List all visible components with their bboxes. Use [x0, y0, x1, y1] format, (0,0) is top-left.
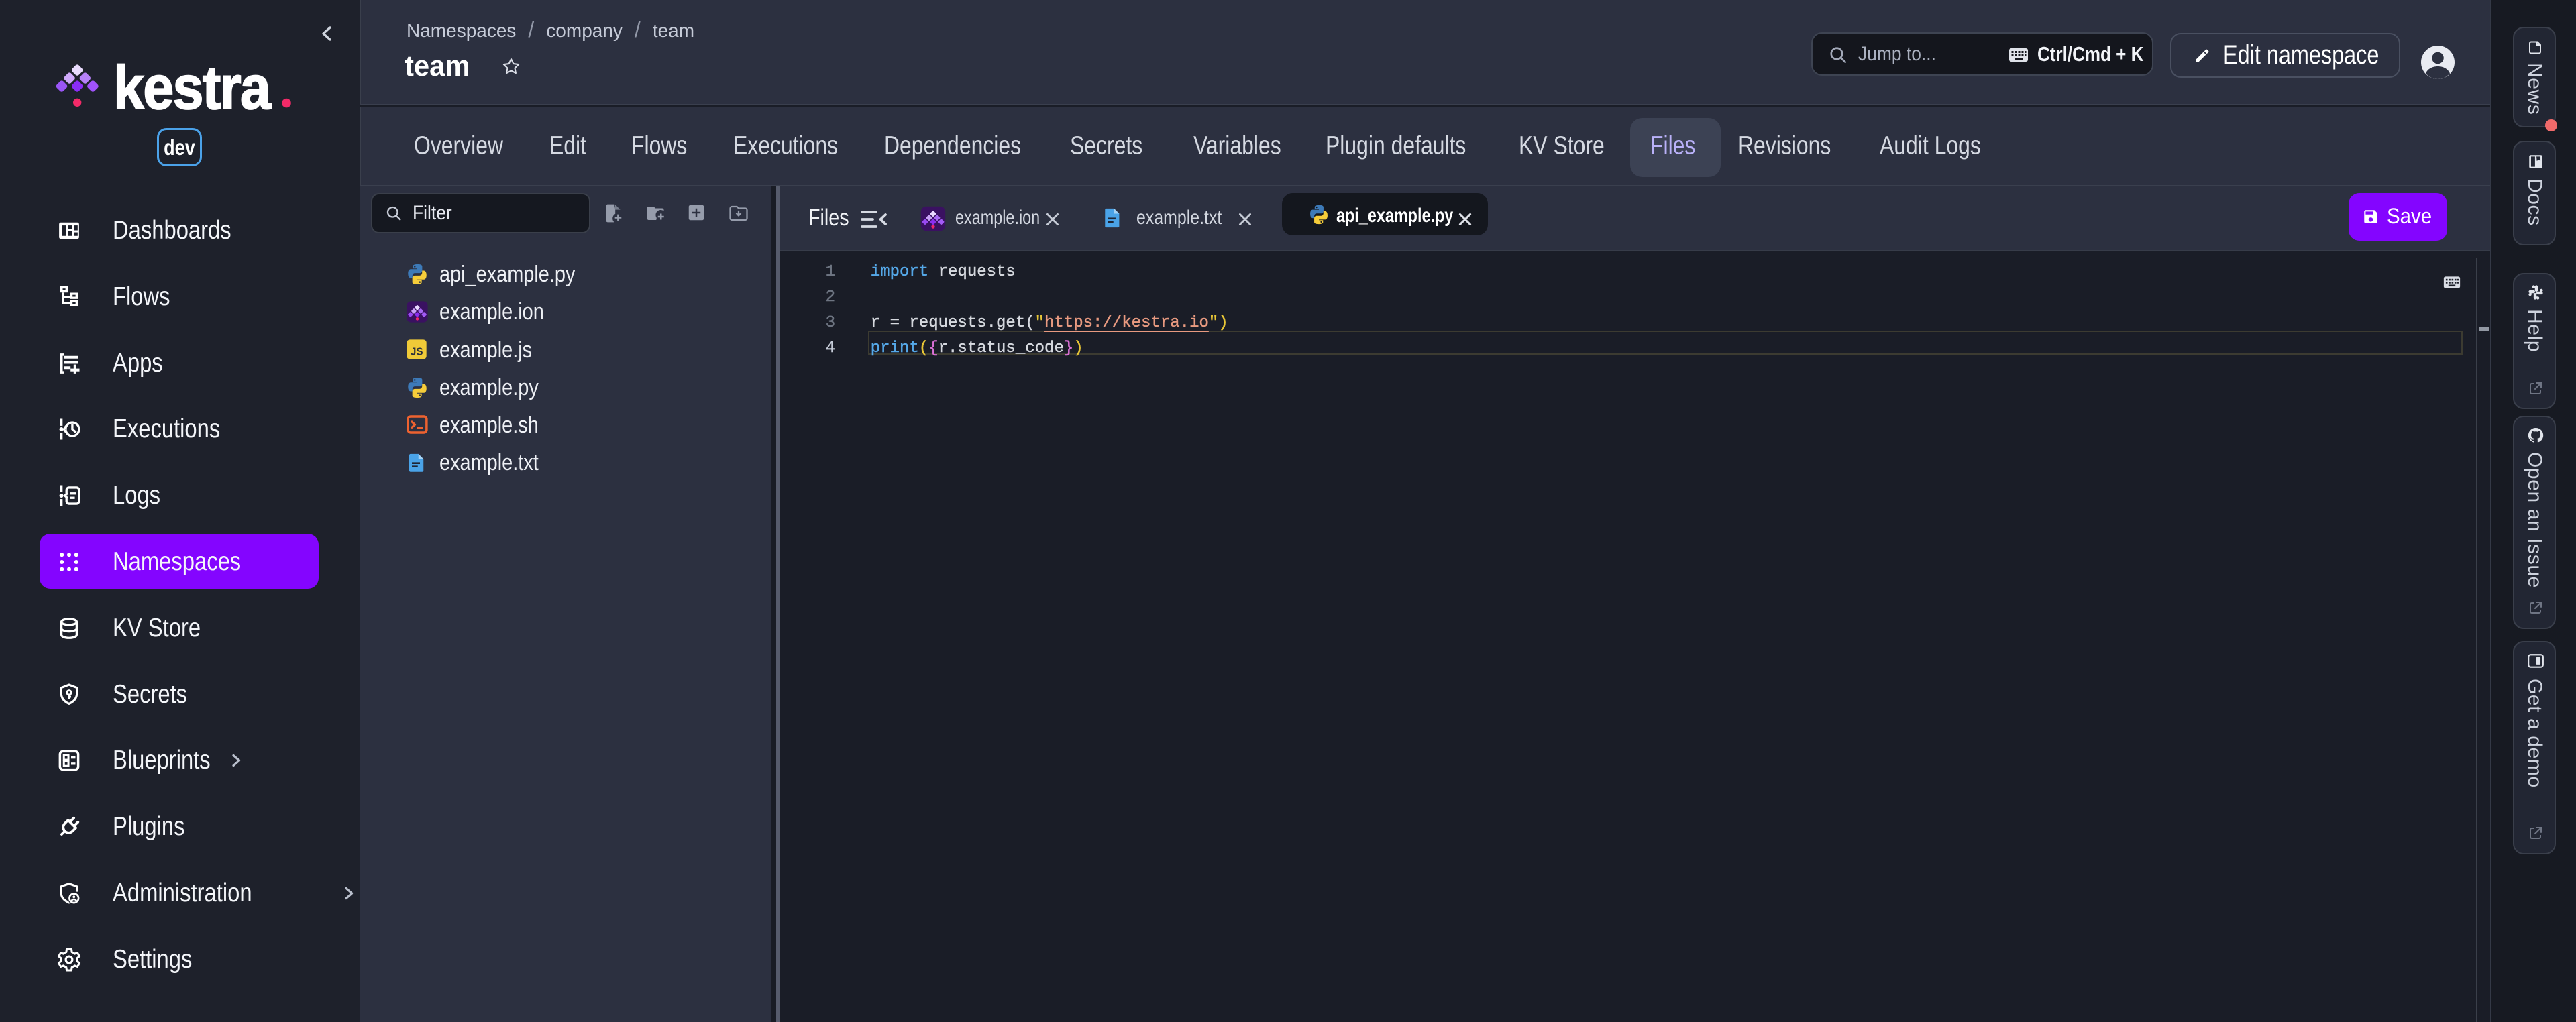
svg-text:kestra: kestra: [113, 59, 272, 115]
svg-text:JS: JS: [411, 346, 423, 357]
